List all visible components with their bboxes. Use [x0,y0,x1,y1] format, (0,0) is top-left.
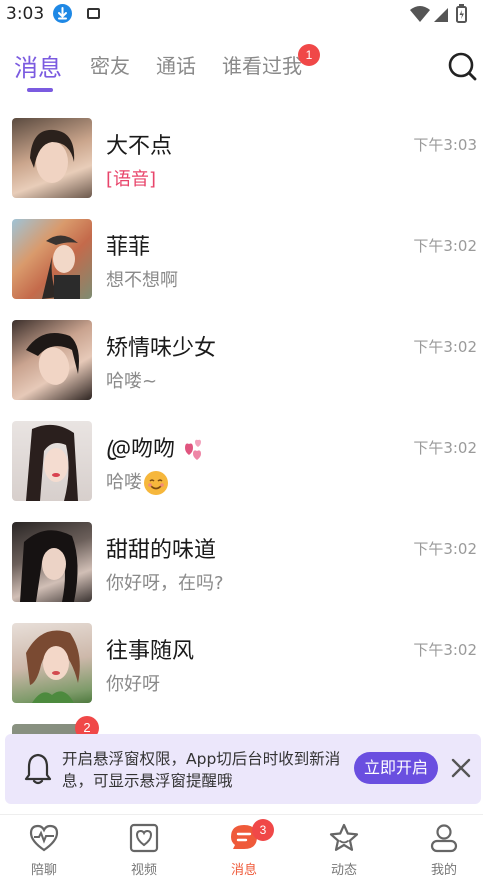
bell-icon [23,752,53,786]
message-preview: 哈喽~ [106,371,158,392]
nav-video[interactable]: 视频 [96,815,192,877]
nav-label: 我的 [430,863,457,877]
avatar [12,219,92,299]
nav-label: 视频 [130,863,157,877]
hearts-emoji-icon [185,439,202,460]
message-preview-text: 哈喽 [106,472,142,493]
floating-window-notice: 开启悬浮窗权限，App切后台时收到新消息，可显示悬浮窗提醒哦 立即开启 [5,734,481,804]
profile-icon [430,824,458,853]
conversation-row[interactable]: 往事随风 你好呀 下午3:02 [0,613,483,713]
avatar [12,421,92,501]
smile-emoji-icon [144,471,168,495]
message-time: 下午3:03 [413,136,477,154]
message-time: 下午3:02 [413,439,477,457]
message-time: 下午3:02 [413,540,477,558]
tab-close-friends[interactable]: 密友 [90,50,130,79]
contact-name: 大不点 [106,134,173,159]
contact-name: 菲菲 [106,235,151,260]
avatar [12,623,92,703]
conversation-row[interactable]: @ꦿ吻吻 哈喽 下午3:02 [0,411,483,511]
message-preview: 你好呀 [106,674,160,695]
conversation-row[interactable]: 矫情味少女 哈喽~ 下午3:02 [0,310,483,410]
close-notice-button[interactable] [449,756,473,780]
nav-label: 消息 [230,863,257,877]
top-tabs: 消息 密友 通话 谁看过我 1 [0,44,483,96]
tab-calls[interactable]: 通话 [156,50,196,79]
search-icon [448,52,477,81]
nav-label: 陪聊 [30,863,57,877]
heartbeat-icon [29,824,59,852]
message-preview: 你好呀，在吗? [106,573,224,594]
video-heart-icon [129,823,159,853]
conversation-row[interactable]: 大不点 [语音] 下午3:03 [0,108,483,208]
nav-messages[interactable]: 3 消息 [196,815,292,877]
system-status-icons [409,4,471,28]
conversation-row[interactable]: 甜甜的味道 你好呀，在吗? 下午3:02 [0,512,483,612]
star-icon [329,823,359,851]
notification-icon [87,8,100,19]
contact-name: 甜甜的味道 [106,538,217,563]
bottom-nav: 陪聊 视频 3 消息 动态 我的 [0,814,483,877]
message-time: 下午3:02 [413,641,477,659]
avatar [12,118,92,198]
nav-moments[interactable]: 动态 [296,815,392,877]
nav-accompany-chat[interactable]: 陪聊 [0,815,92,877]
message-time: 下午3:02 [413,237,477,255]
message-time: 下午3:02 [413,338,477,356]
signal-icon [434,8,448,22]
nav-label: 动态 [330,863,357,877]
enable-now-button[interactable]: 立即开启 [354,752,438,784]
tab-messages[interactable]: 消息 [14,48,62,83]
tab-badge: 1 [298,44,320,66]
message-preview: 想不想啊 [106,270,178,291]
message-preview: [语音] [106,169,157,190]
conversation-row[interactable]: 菲菲 想不想啊 下午3:02 [0,209,483,309]
notice-text: 开启悬浮窗权限，App切后台时收到新消息，可显示悬浮窗提醒哦 [62,750,341,790]
avatar [12,320,92,400]
wifi-icon [410,6,430,22]
status-bar: 3:03 [0,0,483,28]
contact-name-text: @ꦿ吻吻 [106,437,176,462]
tab-who-viewed-me[interactable]: 谁看过我 [222,50,302,79]
close-icon [451,758,471,778]
download-icon [53,4,72,23]
avatar [12,522,92,602]
status-time: 3:03 [6,4,45,24]
contact-name: 矫情味少女 [106,336,217,361]
tab-active-indicator [27,88,53,92]
search-button[interactable] [446,50,478,82]
nav-profile[interactable]: 我的 [396,815,483,877]
nav-badge: 3 [252,819,274,841]
message-preview: 哈喽 [106,468,168,495]
contact-name: 往事随风 [106,639,195,664]
